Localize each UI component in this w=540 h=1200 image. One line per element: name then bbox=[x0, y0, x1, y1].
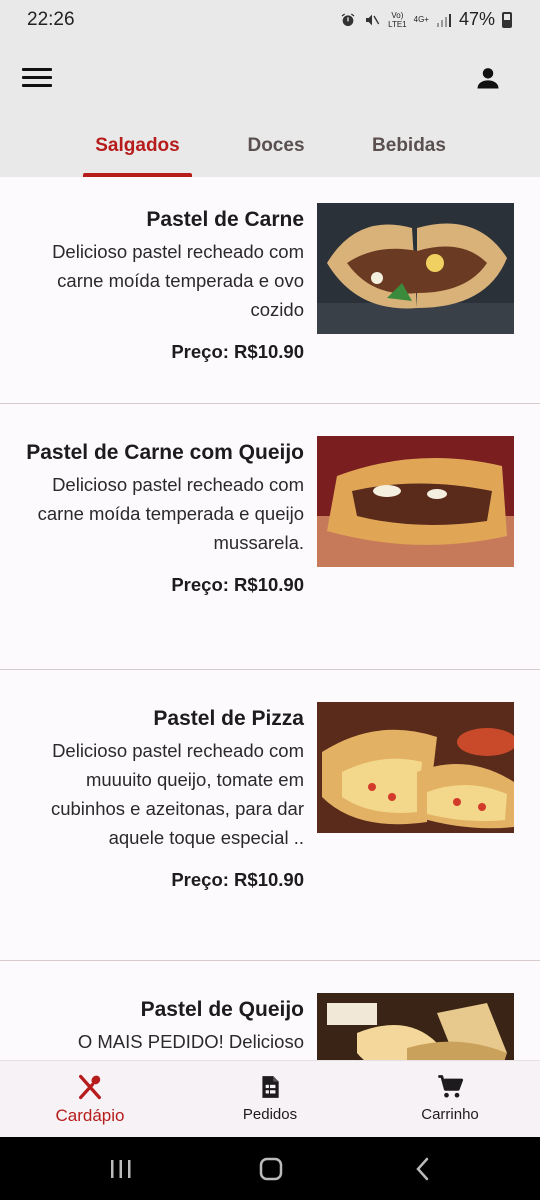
product-title: Pastel de Queijo bbox=[140, 998, 304, 1021]
mute-icon bbox=[366, 14, 380, 25]
product-title: Pastel de Carne bbox=[146, 208, 304, 231]
product-card[interactable]: Pastel de Carne com Queijo Delicioso pas… bbox=[0, 404, 540, 670]
recent-apps-icon[interactable] bbox=[106, 1155, 136, 1183]
nav-label: Pedidos bbox=[242, 1106, 298, 1123]
product-info: Pastel de Carne com Queijo Delicioso pas… bbox=[20, 436, 304, 596]
product-description: Delicioso pastel recheado com carne moíd… bbox=[52, 241, 304, 320]
product-card[interactable]: Pastel de Pizza Delicioso pastel rechead… bbox=[0, 670, 540, 961]
category-tabs: Salgados Doces Bebidas bbox=[0, 122, 540, 177]
cart-icon bbox=[438, 1075, 464, 1098]
tab-bebidas[interactable]: Bebidas bbox=[355, 122, 463, 177]
menu-icon-line bbox=[22, 75, 52, 79]
network-indicator: Vo) LTE1 bbox=[388, 10, 407, 29]
back-icon[interactable] bbox=[408, 1155, 438, 1183]
net-type: 4G+ bbox=[413, 15, 429, 24]
home-icon[interactable] bbox=[256, 1155, 286, 1183]
product-description: Delicioso pastel recheado com carne moíd… bbox=[37, 474, 304, 553]
product-info: Pastel de Queijo O MAIS PEDIDO! Delicios… bbox=[20, 993, 304, 1056]
nav-cardapio[interactable]: Cardápio bbox=[0, 1061, 180, 1138]
product-image bbox=[317, 203, 514, 334]
product-info: Pastel de Carne Delicioso pastel rechead… bbox=[20, 203, 304, 363]
bottom-navigation: Cardápio Pedidos Carrinho bbox=[0, 1060, 540, 1137]
menu-icon-line bbox=[22, 83, 52, 87]
product-list: Pastel de Carne Delicioso pastel rechead… bbox=[0, 177, 540, 1060]
product-image bbox=[317, 702, 514, 833]
product-image bbox=[317, 993, 514, 1060]
profile-icon[interactable] bbox=[474, 64, 502, 92]
product-price: Preço: R$10.90 bbox=[171, 869, 304, 890]
product-card[interactable]: Pastel de Queijo O MAIS PEDIDO! Delicios… bbox=[0, 961, 540, 1060]
nav-carrinho[interactable]: Carrinho bbox=[360, 1061, 540, 1138]
product-price: Preço: R$10.90 bbox=[171, 574, 304, 595]
product-description: Delicioso pastel recheado com muuuito qu… bbox=[50, 740, 304, 848]
app-bar: Salgados Doces Bebidas bbox=[0, 42, 540, 177]
product-info: Pastel de Pizza Delicioso pastel rechead… bbox=[20, 702, 304, 891]
battery-percent: 47% bbox=[458, 9, 495, 29]
nav-pedidos[interactable]: Pedidos bbox=[180, 1061, 360, 1138]
menu-icon-line bbox=[22, 67, 52, 71]
tab-doces[interactable]: Doces bbox=[222, 122, 330, 177]
product-description: O MAIS PEDIDO! Delicioso bbox=[77, 1031, 304, 1052]
nav-label: Cardápio bbox=[55, 1106, 125, 1125]
status-icons: Vo) LTE1 4G+ 47% bbox=[340, 9, 512, 30]
menu-button[interactable] bbox=[22, 64, 52, 90]
alarm-icon bbox=[341, 12, 355, 26]
tab-salgados[interactable]: Salgados bbox=[83, 122, 192, 177]
status-time: 22:26 bbox=[27, 9, 75, 30]
battery-icon bbox=[502, 11, 512, 28]
product-image bbox=[317, 436, 514, 567]
nav-label: Carrinho bbox=[421, 1106, 479, 1123]
restaurant-icon bbox=[79, 1074, 101, 1100]
signal-icon bbox=[436, 13, 451, 27]
receipt-icon bbox=[262, 1076, 279, 1098]
product-title: Pastel de Pizza bbox=[153, 707, 304, 730]
product-price: Preço: R$10.90 bbox=[171, 341, 304, 362]
system-navigation-bar bbox=[0, 1137, 540, 1200]
status-bar: 22:26 Vo) LTE1 4G+ 47% bbox=[0, 0, 540, 42]
product-title: Pastel de Carne com Queijo bbox=[26, 441, 304, 464]
product-card[interactable]: Pastel de Carne Delicioso pastel rechead… bbox=[0, 177, 540, 404]
